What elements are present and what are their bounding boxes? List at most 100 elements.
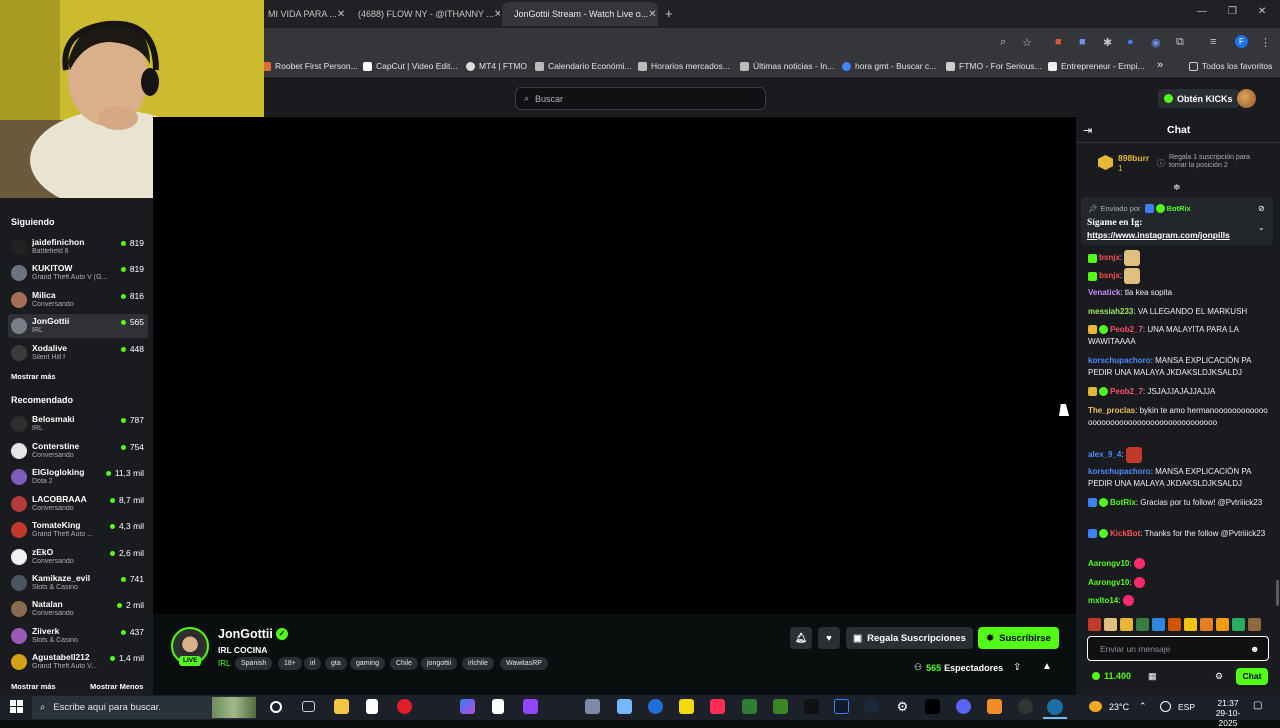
network-icon[interactable] xyxy=(1160,701,1171,712)
kicks-balance[interactable]: 11.400 xyxy=(1092,671,1131,681)
sidebar-item-jongottii[interactable]: JonGottii IRL 565 xyxy=(8,314,148,338)
top-gifter-name[interactable]: 898burr xyxy=(1118,153,1149,163)
emote[interactable] xyxy=(1200,618,1213,631)
sidebar-item-conterstine[interactable]: Conterstine Conversando 754 xyxy=(8,439,148,463)
sidebar-item-elglogloking[interactable]: ElGlogloking Dota 2 11,3 mil xyxy=(8,465,148,489)
notepad-icon[interactable] xyxy=(366,699,378,714)
close-icon[interactable]: ✕ xyxy=(494,9,500,20)
report-icon[interactable]: ▲ xyxy=(1042,661,1052,672)
notification-bell-button[interactable]: 🔔︎ xyxy=(790,627,812,649)
all-favorites-folder[interactable]: Todos los favoritos xyxy=(1189,61,1272,71)
sticky-notes-icon[interactable] xyxy=(679,699,694,714)
extension-icon[interactable]: ✱ xyxy=(1103,36,1112,49)
show-more-following[interactable]: Mostrar más xyxy=(11,372,56,381)
video-player[interactable] xyxy=(153,117,1076,614)
bookmark[interactable]: hora gmt - Buscar c... xyxy=(842,61,936,71)
bookmarks-overflow-icon[interactable]: » xyxy=(1157,59,1163,71)
chat-input[interactable]: Enviar un mensaje xyxy=(1087,636,1269,661)
send-chat-button[interactable]: Chat xyxy=(1236,668,1268,685)
bookmark[interactable]: CapCut | Video Edit... xyxy=(363,61,457,71)
tag-chip[interactable]: irlchile xyxy=(462,657,494,670)
tag-chip[interactable]: Chile xyxy=(390,657,418,670)
sidebar-item-jaidefinichon[interactable]: jaidefinichon Battlefield 6 819 xyxy=(8,235,148,259)
zoom-icon[interactable] xyxy=(648,699,663,714)
tag-chip[interactable]: WawitasRP xyxy=(500,657,548,670)
sidebar-item-kukitow[interactable]: KUKITOW Grand Theft Auto V (G... 819 xyxy=(8,261,148,285)
capcut-icon[interactable] xyxy=(804,699,819,714)
tag-chip[interactable]: Spanish xyxy=(235,657,273,670)
subscribe-button[interactable]: ✸ Suscribirse xyxy=(978,627,1059,649)
document-icon[interactable] xyxy=(492,699,504,714)
zoom-icon[interactable]: ⌕ xyxy=(1000,36,1006,49)
show-more-recommended[interactable]: Mostrar más xyxy=(11,682,56,691)
twitch-icon[interactable] xyxy=(523,699,538,714)
sidebar-item-tomateking[interactable]: TomateKing Grand Theft Auto ... 4,3 mil xyxy=(8,518,148,542)
collapse-chat-icon[interactable]: ⇥ xyxy=(1083,124,1092,137)
emoji-icon[interactable]: ☻ xyxy=(1250,644,1259,654)
emote[interactable] xyxy=(1232,618,1245,631)
tag-chip[interactable]: 18+ xyxy=(278,657,302,670)
browser-tab[interactable]: (4688) FLOW NY - @ITHANNY ... ✕ xyxy=(346,2,500,26)
sidebar-item-xodalive[interactable]: Xodalive Silent Hill f 448 xyxy=(8,341,148,365)
tag-chip[interactable]: gaming xyxy=(350,657,385,670)
gift-subs-button[interactable]: ▣ Regala Suscripciones xyxy=(846,627,973,649)
emote[interactable] xyxy=(1152,618,1165,631)
chrome-icon[interactable] xyxy=(1047,699,1063,715)
emote[interactable] xyxy=(1184,618,1197,631)
chevron-down-icon[interactable]: ⌄ xyxy=(1258,223,1265,232)
chat-scrollbar[interactable] xyxy=(1276,580,1279,606)
minimize-icon[interactable]: — xyxy=(1197,6,1207,17)
get-kicks-button[interactable]: Obtén KICKs xyxy=(1158,89,1239,108)
language-indicator[interactable]: ESP xyxy=(1178,702,1195,712)
emote[interactable] xyxy=(1120,618,1133,631)
pinned-link[interactable]: https://www.instagram.com/jonpills xyxy=(1087,230,1230,240)
notification-icon[interactable]: ▢ xyxy=(1253,700,1262,711)
emote[interactable] xyxy=(1104,618,1117,631)
sidebar-item-lacobraaa[interactable]: LACOBRAAA Conversando 8,7 mil xyxy=(8,492,148,516)
app-icon[interactable] xyxy=(617,699,632,714)
bookmark[interactable]: MT4 | FTMO xyxy=(466,61,527,71)
bookmark[interactable]: FTMO - For Serious... xyxy=(946,61,1042,71)
app-icon[interactable] xyxy=(460,699,475,714)
chevron-up-icon[interactable]: ⌃ xyxy=(1139,701,1147,712)
restore-icon[interactable]: ❐ xyxy=(1228,6,1237,17)
clock[interactable]: 21:37 29-10-2025 xyxy=(1210,698,1246,728)
sidebar-item-kamikaze-evil[interactable]: Kamikaze_evil Slots & Casino 741 xyxy=(8,571,148,595)
file-explorer-icon[interactable] xyxy=(334,699,349,714)
profile-avatar[interactable]: F xyxy=(1235,35,1248,48)
extension-icon[interactable]: ■ xyxy=(1055,36,1062,48)
show-less-recommended[interactable]: Mostrar Menos xyxy=(90,682,143,691)
expand-leaderboard-icon[interactable]: ≑ xyxy=(1173,182,1181,193)
bookmark[interactable]: Roobet First Person... xyxy=(262,61,358,71)
bookmark[interactable]: Últimas noticias - In... xyxy=(740,61,834,71)
emote[interactable] xyxy=(1168,618,1181,631)
minecraft-icon[interactable] xyxy=(773,699,788,714)
steam-icon[interactable] xyxy=(864,699,879,714)
search-input[interactable]: ⌕ Buscar xyxy=(515,87,766,110)
emote[interactable] xyxy=(1088,618,1101,631)
bookmark[interactable]: Entrepreneur - Empi... xyxy=(1048,61,1145,71)
emote[interactable] xyxy=(1248,618,1261,631)
gear-icon[interactable]: ⚙ xyxy=(1215,671,1223,682)
reading-list-icon[interactable]: ≡ xyxy=(1210,36,1216,48)
menu-icon[interactable]: ⋮ xyxy=(1260,36,1271,49)
browser-tab-active[interactable]: JonGottii Stream - Watch Live o... ✕ xyxy=(502,2,658,26)
puzzle-icon[interactable]: ⧉ xyxy=(1176,36,1184,49)
close-icon[interactable]: ✕ xyxy=(337,9,345,20)
share-icon[interactable]: ⇪ xyxy=(1013,662,1021,673)
sidebar-item-agustabell212[interactable]: Agustabell212 Grand Theft Auto V... 1,4 … xyxy=(8,650,148,674)
extension-icon[interactable]: ● xyxy=(1127,36,1134,48)
sidebar-item-natalan[interactable]: Natalan Conversando 2 mil xyxy=(8,597,148,621)
sidebar-item-milica[interactable]: Milica Conversando 816 xyxy=(8,288,148,312)
task-view-icon[interactable] xyxy=(302,701,315,712)
browser-tab[interactable]: MI VIDA PARA ... ✕ xyxy=(262,2,346,26)
bookmark[interactable]: Calendario Económi... xyxy=(535,61,632,71)
tag-chip[interactable]: irl xyxy=(304,657,322,670)
stream-category[interactable]: IRL xyxy=(218,659,230,668)
close-icon[interactable]: ✕ xyxy=(648,9,656,20)
new-tab-button[interactable]: + xyxy=(665,6,673,21)
emote[interactable] xyxy=(1216,618,1229,631)
calendar-icon[interactable]: ▦ xyxy=(1148,671,1157,682)
windows-start-icon[interactable] xyxy=(10,700,23,713)
star-icon[interactable]: ☆ xyxy=(1022,36,1032,49)
